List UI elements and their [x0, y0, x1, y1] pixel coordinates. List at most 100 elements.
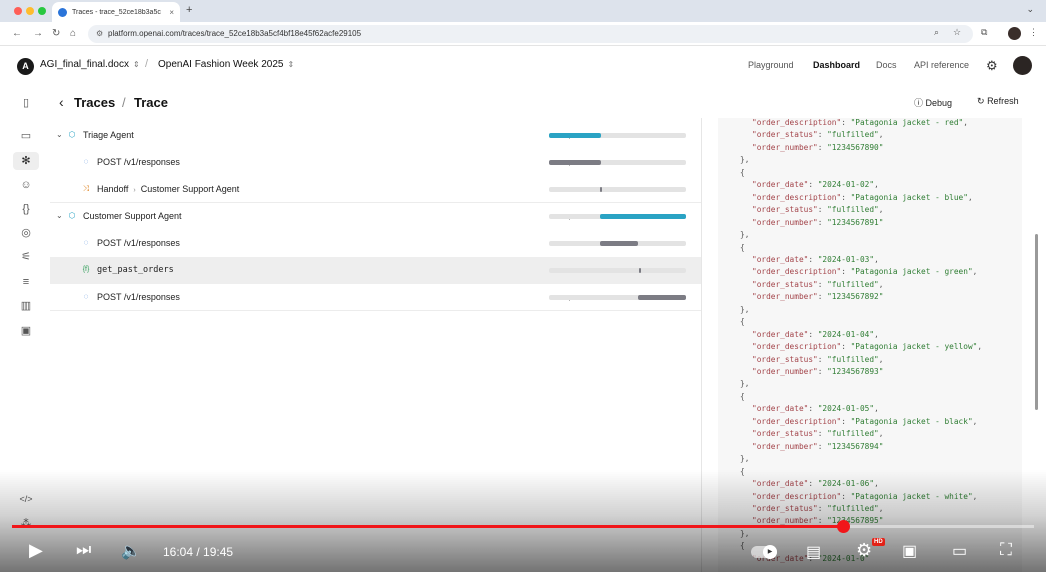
sidebar-toggle-icon[interactable]: ▯ [19, 96, 33, 110]
autoplay-toggle[interactable]: ▶ [751, 545, 777, 559]
play-icon[interactable]: ▶ [29, 540, 43, 561]
trace-row-response[interactable]: ◌ POST /v1/responses 1,254 ms [50, 284, 701, 311]
json-key: "order_description" [752, 192, 842, 202]
json-line: }, [740, 230, 749, 239]
json-colon: : [808, 404, 818, 414]
bookmark-star-icon[interactable]: ☆ [953, 27, 961, 38]
json-line: "order_description": "Patagonia jacket -… [752, 417, 977, 426]
tab-close-icon[interactable]: × [169, 8, 174, 17]
project-switcher[interactable]: OpenAI Fashion Week 2025 ⇕ [158, 59, 294, 70]
address-bar[interactable]: ⚙ platform.openai.com/traces/trace_52ce1… [88, 25, 973, 43]
tab-list-chevron-icon[interactable]: ⌄ [1026, 4, 1034, 15]
trace-row-customer-support-agent[interactable]: ⌄ ⬡ Customer Support Agent 2,228 ms [50, 203, 701, 230]
lock-icon[interactable]: ▣ [19, 324, 33, 338]
miniplayer-icon[interactable]: ▣ [902, 541, 917, 561]
json-value: "1234567893" [827, 367, 884, 376]
video-progress-bar[interactable] [12, 520, 1034, 533]
theater-mode-icon[interactable]: ▭ [952, 541, 967, 561]
collapse-chevron-icon[interactable]: ⌄ [56, 130, 63, 139]
org-avatar[interactable]: A [17, 58, 34, 75]
json-colon: : [817, 292, 828, 302]
nav-playground[interactable]: Playground [748, 60, 794, 70]
json-value: "fulfilled" [827, 279, 879, 289]
minimize-window-dot[interactable] [26, 7, 34, 15]
site-info-icon[interactable]: ⚙ [96, 25, 103, 43]
duration-track [549, 241, 686, 246]
collapse-chevron-icon[interactable]: ⌄ [56, 211, 63, 220]
assistants-icon[interactable]: ☺ [19, 178, 33, 192]
subtitles-icon[interactable]: ▤ [806, 542, 821, 562]
video-scrubber-handle[interactable] [837, 520, 850, 533]
breadcrumb-traces[interactable]: Traces [74, 95, 115, 110]
forward-arrow-icon[interactable]: → [33, 27, 43, 41]
maximize-window-dot[interactable] [38, 7, 46, 15]
settings-gear-icon[interactable]: ⚙ [856, 540, 872, 561]
json-line: "order_number": "1234567893" [752, 367, 883, 376]
org-name: AGI_final_final.docx [40, 59, 129, 70]
json-key: "order_date" [752, 254, 809, 264]
terminal-icon[interactable]: ▭ [19, 129, 33, 143]
json-colon: : [817, 142, 828, 152]
home-icon[interactable]: ⌂ [70, 27, 76, 41]
volume-icon[interactable]: 🔈 [121, 541, 141, 561]
fullscreen-icon[interactable]: ⛶ [1000, 540, 1012, 560]
nav-api-reference[interactable]: API reference [914, 60, 969, 70]
back-chevron-icon[interactable]: ‹ [59, 94, 64, 110]
browser-menu-icon[interactable]: ⋮ [1029, 27, 1038, 38]
user-avatar[interactable] [1013, 56, 1032, 75]
json-key: "order_status" [752, 130, 818, 140]
json-line: "order_status": "fulfilled", [752, 429, 883, 438]
settings-gear-icon[interactable]: ⚙ [986, 58, 998, 74]
row-label: Handoff › Customer Support Agent [97, 184, 239, 194]
debug-button[interactable]: ⓘ Debug [914, 96, 952, 109]
json-key: "order_description" [752, 118, 842, 127]
tuning-sliders-icon[interactable]: ⚟ [19, 250, 33, 264]
function-icon: {f} [82, 266, 90, 273]
json-schema-icon[interactable]: {} [19, 202, 33, 216]
refresh-button[interactable]: ↻ Refresh [977, 96, 1019, 107]
json-colon: : [808, 180, 818, 190]
trace-row-function-call[interactable]: {f} get_past_orders 0 ms [50, 257, 701, 284]
browser-tab[interactable]: Traces - trace_52ce18b3a5c × [52, 2, 180, 22]
trace-row-triage-agent[interactable]: ⌄ ⬡ Triage Agent 1,338 ms [50, 122, 701, 149]
json-line: "order_description": "Patagonia jacket -… [752, 267, 977, 276]
json-punctuation: }, [740, 155, 750, 165]
json-colon: : [817, 429, 828, 439]
back-arrow-icon[interactable]: ← [12, 27, 22, 41]
next-video-icon[interactable]: ⏭ [76, 540, 91, 560]
extensions-icon[interactable]: ⧉ [981, 27, 987, 38]
close-window-dot[interactable] [14, 7, 22, 15]
traces-nav-icon[interactable]: ✻ [19, 154, 33, 168]
json-line: "order_status": "fulfilled", [752, 205, 883, 214]
trace-row-response[interactable]: ◌ POST /v1/responses 1,337 ms [50, 149, 701, 176]
handoff-icon: ⤨ [82, 184, 90, 193]
new-tab-button[interactable]: + [186, 4, 192, 16]
zoom-icon[interactable]: ⌕ [934, 27, 939, 38]
nav-dashboard[interactable]: Dashboard [813, 60, 860, 70]
project-name: OpenAI Fashion Week 2025 [158, 59, 284, 70]
arrow-right-icon: › [133, 187, 136, 194]
json-line: }, [740, 155, 749, 164]
app-header: A AGI_final_final.docx ⇕ / OpenAI Fashion… [0, 46, 1046, 86]
json-key: "order_description" [752, 342, 842, 352]
compass-icon[interactable]: ◎ [19, 226, 33, 240]
json-line: { [740, 168, 745, 177]
usage-chart-icon[interactable]: ▥ [19, 299, 33, 313]
trace-row-response[interactable]: ◌ POST /v1/responses 969 ms [50, 230, 701, 257]
json-punctuation: { [740, 242, 745, 252]
database-icon[interactable]: ≡ [19, 275, 33, 289]
header-separator: / [145, 58, 149, 70]
duration-track [549, 187, 686, 192]
browser-toolbar: ← → ↻ ⌂ ⚙ platform.openai.com/traces/tra… [0, 22, 1046, 46]
org-switcher[interactable]: AGI_final_final.docx ⇕ [40, 59, 140, 70]
row-label: POST /v1/responses [97, 238, 180, 248]
trace-row-handoff[interactable]: ⤨ Handoff›Customer Support Agent 0 ms [50, 176, 701, 203]
json-colon: : [841, 342, 851, 352]
nav-docs[interactable]: Docs [876, 60, 897, 70]
row-label: Triage Agent [83, 130, 134, 140]
refresh-label: Refresh [987, 96, 1019, 106]
scrollbar-thumb[interactable] [1035, 234, 1038, 410]
json-line: "order_description": "Patagonia jacket -… [752, 193, 973, 202]
browser-profile-avatar[interactable] [1008, 27, 1021, 40]
reload-icon[interactable]: ↻ [52, 27, 60, 41]
